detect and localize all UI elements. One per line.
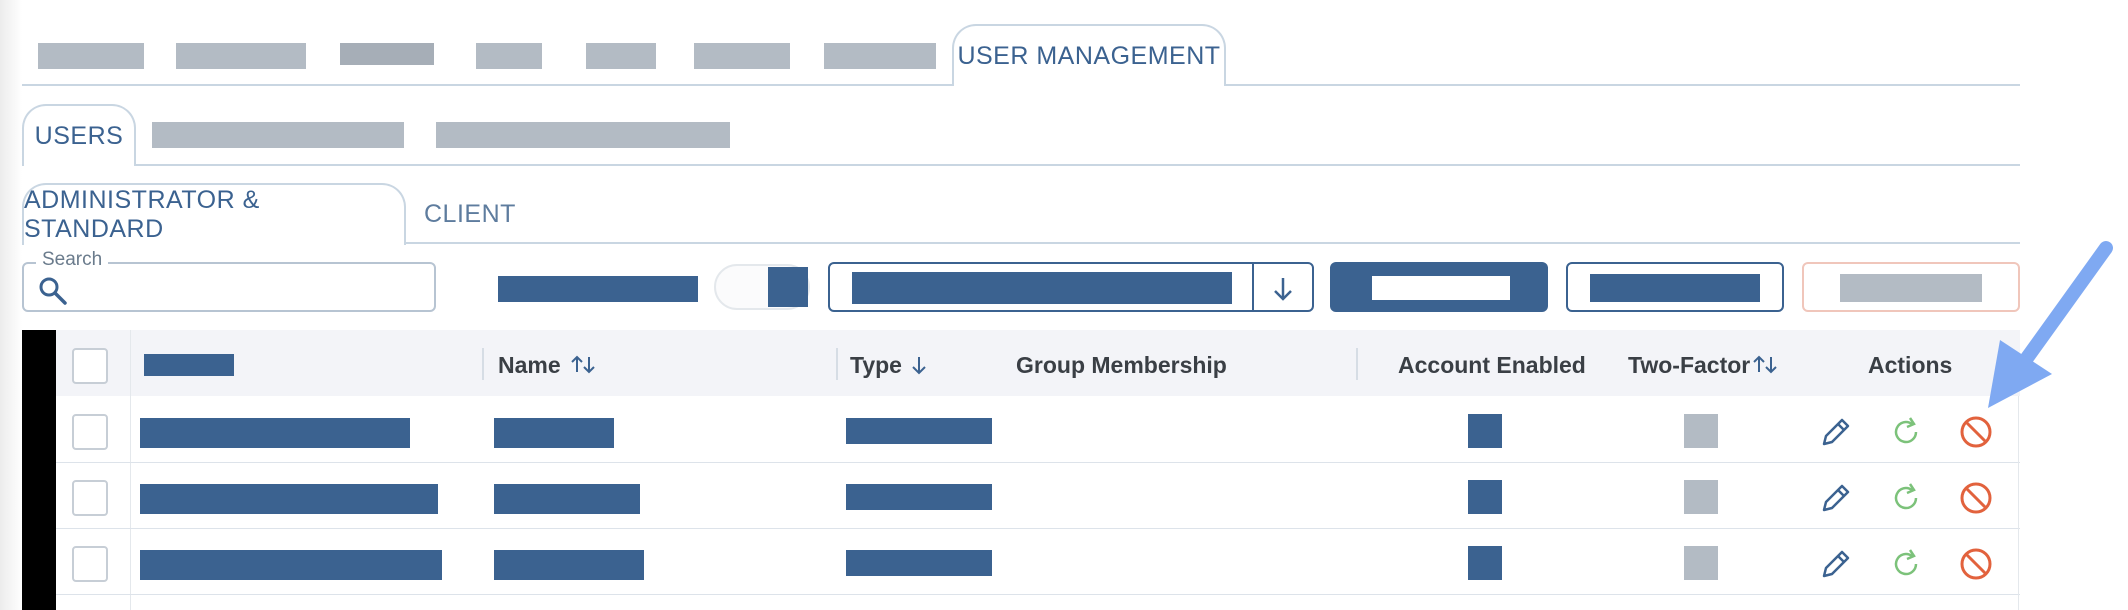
tab-user-management[interactable]: USER MANAGEMENT	[952, 24, 1226, 86]
reset-refresh-icon[interactable]	[1888, 480, 1924, 516]
two-factor-indicator[interactable]	[1684, 414, 1718, 448]
top-tab-underline	[22, 84, 952, 86]
header-type[interactable]: Type	[850, 352, 902, 379]
sort-both-icon[interactable]	[570, 354, 596, 376]
table-left-black-bar	[22, 330, 56, 610]
left-edge-shade	[0, 0, 22, 610]
reset-refresh-icon[interactable]	[1888, 546, 1924, 582]
sort-both-icon[interactable]	[1752, 354, 1778, 376]
top-tab-redacted-5[interactable]	[586, 43, 656, 69]
column-resize-handle[interactable]	[836, 348, 838, 380]
row-divider	[56, 462, 2020, 463]
row-cell-redacted	[140, 418, 410, 448]
row-cell-redacted	[140, 550, 442, 580]
filter-select-value-redacted	[852, 272, 1232, 304]
tab-client[interactable]: CLIENT	[424, 200, 516, 229]
reset-refresh-icon[interactable]	[1888, 414, 1924, 450]
two-factor-indicator[interactable]	[1684, 546, 1718, 580]
column-separator	[130, 330, 131, 610]
account-enabled-indicator[interactable]	[1468, 414, 1502, 448]
tab-administrator-standard[interactable]: ADMINISTRATOR & STANDARD	[22, 183, 406, 245]
row-name-redacted	[494, 550, 644, 580]
search-label: Search	[36, 249, 109, 271]
select-all-checkbox[interactable]	[72, 348, 108, 384]
sub-tab-underline	[136, 164, 2020, 166]
edit-pencil-icon[interactable]	[1818, 480, 1854, 516]
column-resize-handle[interactable]	[1356, 348, 1358, 380]
header-account-enabled[interactable]: Account Enabled	[1398, 352, 1586, 379]
sub-tab-redacted-2[interactable]	[436, 122, 730, 148]
secondary-action-button-label-redacted	[1590, 274, 1760, 302]
top-tab-redacted-3[interactable]	[340, 43, 434, 65]
disable-block-icon[interactable]	[1958, 546, 1994, 582]
top-tab-underline-right	[1226, 84, 2020, 86]
header-redacted-column[interactable]	[144, 354, 234, 376]
table-right-border	[2018, 396, 2019, 610]
search-icon	[39, 277, 67, 305]
top-tab-redacted-6[interactable]	[694, 43, 790, 69]
filter-select-divider	[1252, 264, 1254, 310]
header-group-membership[interactable]: Group Membership	[1016, 352, 1227, 379]
account-enabled-indicator[interactable]	[1468, 546, 1502, 580]
row-checkbox[interactable]	[72, 546, 108, 582]
row-checkbox[interactable]	[72, 480, 108, 516]
top-tab-redacted-1[interactable]	[38, 43, 144, 69]
row-type-redacted	[846, 418, 992, 444]
disable-block-icon[interactable]	[1958, 480, 1994, 516]
two-factor-indicator[interactable]	[1684, 480, 1718, 514]
top-tab-redacted-7[interactable]	[824, 43, 936, 69]
edit-pencil-icon[interactable]	[1818, 546, 1854, 582]
sort-descending-icon[interactable]	[910, 354, 928, 376]
row-checkbox[interactable]	[72, 414, 108, 450]
row-type-redacted	[846, 484, 992, 510]
column-resize-handle[interactable]	[482, 348, 484, 380]
annotation-arrow-icon	[1988, 241, 2113, 408]
row-name-redacted	[494, 418, 614, 448]
top-tab-redacted-4[interactable]	[476, 43, 542, 69]
header-name[interactable]: Name	[498, 352, 561, 379]
filter-toggle-knob[interactable]	[768, 267, 808, 307]
edit-pencil-icon[interactable]	[1818, 414, 1854, 450]
danger-action-button-label-redacted	[1840, 274, 1982, 302]
row-type-redacted	[846, 550, 992, 576]
type-tab-underline	[406, 242, 2020, 244]
top-tab-redacted-2[interactable]	[176, 43, 306, 69]
header-actions: Actions	[1868, 352, 1953, 378]
filter-label-redacted	[498, 276, 698, 302]
primary-action-button-label-redacted	[1372, 276, 1510, 300]
row-divider	[56, 594, 2020, 595]
header-two-factor[interactable]: Two-Factor	[1628, 352, 1750, 379]
disable-block-icon[interactable]	[1958, 414, 1994, 450]
row-name-redacted	[494, 484, 640, 514]
sub-tab-redacted-1[interactable]	[152, 122, 404, 148]
account-enabled-indicator[interactable]	[1468, 480, 1502, 514]
tab-users[interactable]: USERS	[22, 104, 136, 166]
row-divider	[56, 528, 2020, 529]
arrow-down-icon[interactable]	[1268, 274, 1298, 304]
row-cell-redacted	[140, 484, 438, 514]
